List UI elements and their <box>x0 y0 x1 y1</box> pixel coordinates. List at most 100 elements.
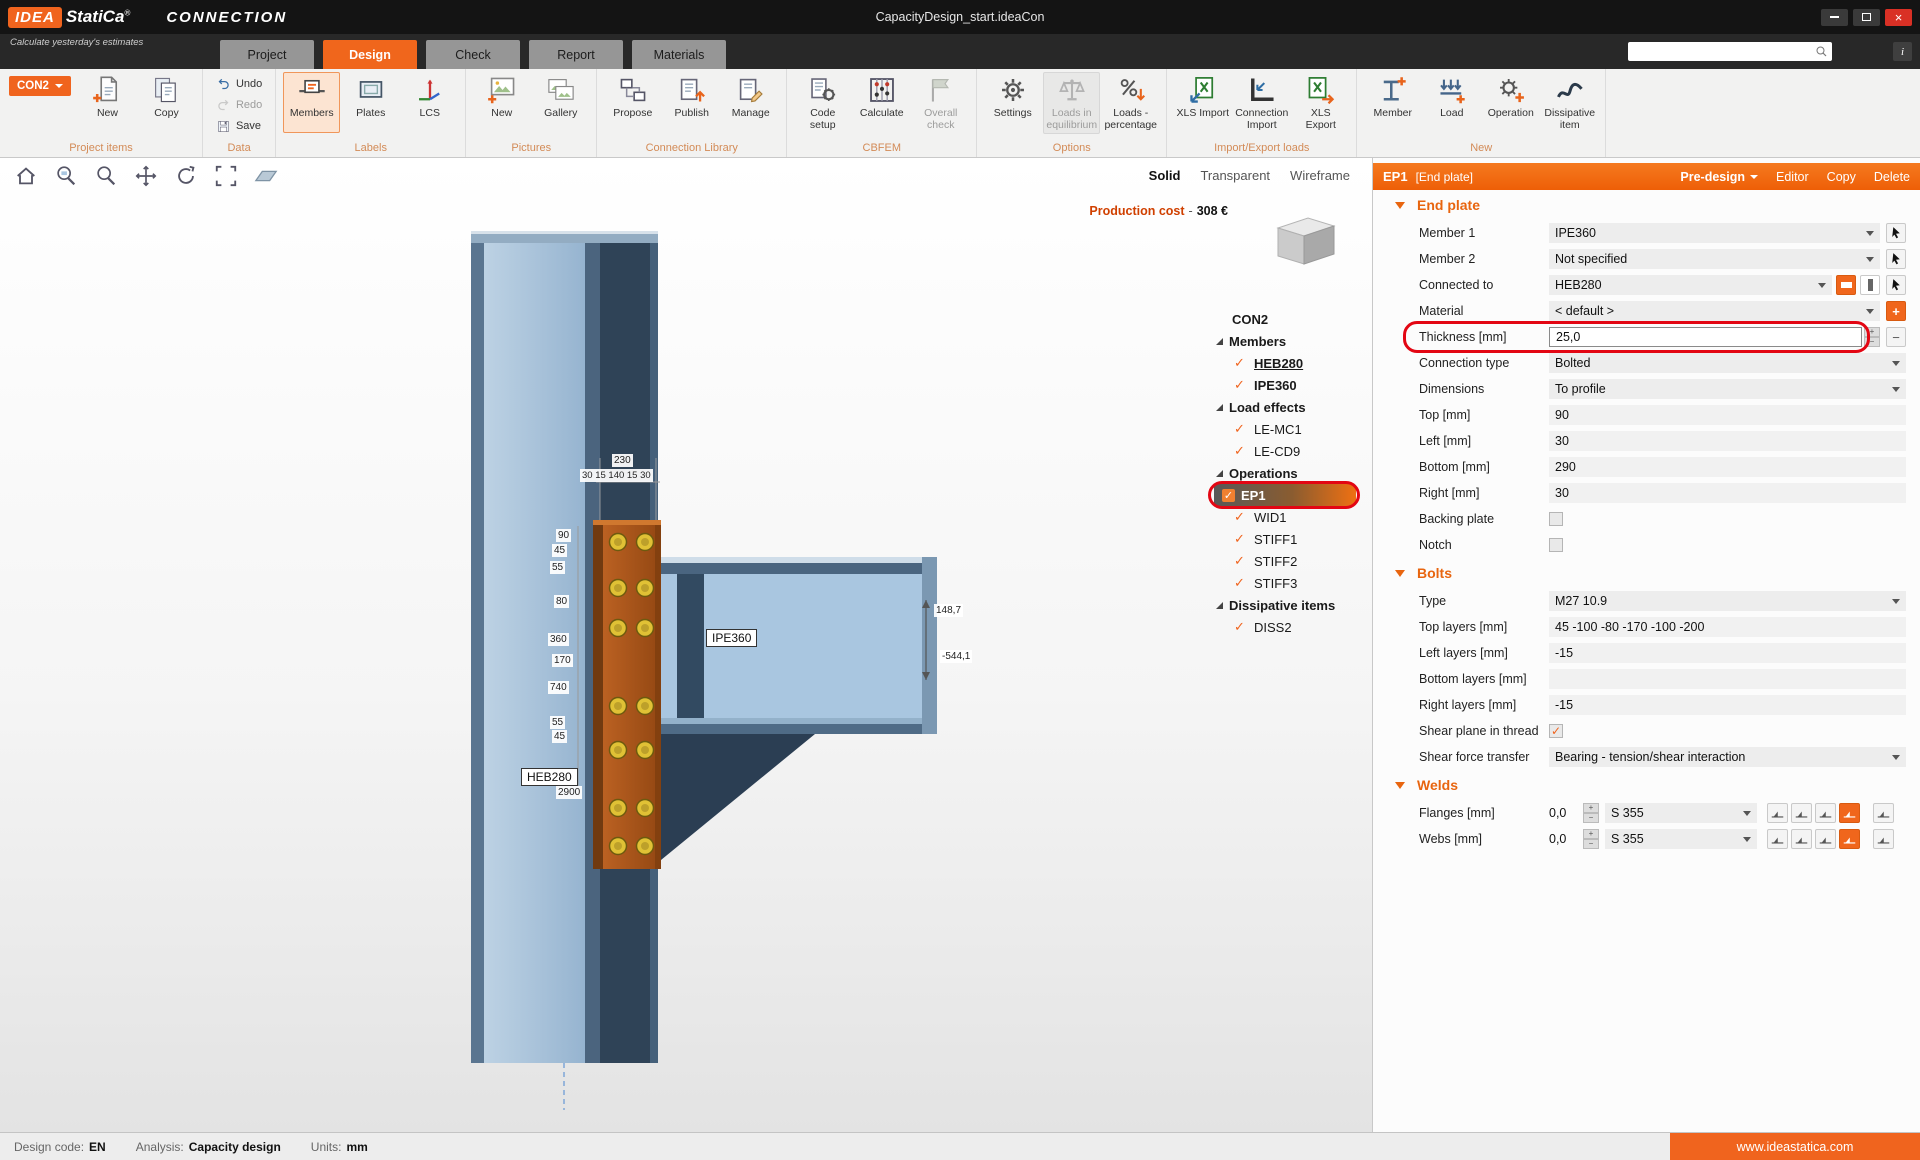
view-mode-wireframe[interactable]: Wireframe <box>1290 168 1350 183</box>
xls-export-button[interactable]: XLS Export <box>1292 72 1349 134</box>
section-welds[interactable]: Welds <box>1373 770 1920 800</box>
copy-operation-button[interactable]: Copy <box>1827 170 1856 184</box>
tree-item-le-mc1[interactable]: LE-MC1 <box>1206 418 1358 440</box>
flange-weld-stepper[interactable]: +− <box>1583 803 1599 823</box>
stepper-down-icon[interactable]: − <box>1864 337 1880 347</box>
new-dissipative-item-button[interactable]: Dissipative item <box>1541 72 1598 134</box>
left-input[interactable] <box>1549 431 1906 451</box>
tree-section-operations[interactable]: Operations <box>1206 462 1358 484</box>
propose-button[interactable]: Propose <box>604 72 661 133</box>
web-weld-material-dropdown[interactable]: S 355 <box>1605 829 1757 849</box>
home-view-button[interactable] <box>14 164 38 188</box>
redo-button[interactable]: Redo <box>210 96 268 114</box>
notch-checkbox[interactable] <box>1549 538 1563 552</box>
dimensions-dropdown[interactable]: To profile <box>1549 379 1906 399</box>
tab-report[interactable]: Report <box>529 40 623 69</box>
navigation-cube[interactable] <box>1264 210 1344 277</box>
weld-type-button[interactable] <box>1873 829 1894 849</box>
tab-check[interactable]: Check <box>426 40 520 69</box>
close-button[interactable]: × <box>1885 9 1912 26</box>
tab-project[interactable]: Project <box>220 40 314 69</box>
left-layers-input[interactable] <box>1549 643 1906 663</box>
connection-import-button[interactable]: Connection Import <box>1233 72 1290 134</box>
plate-orientation-v-button[interactable] <box>1860 275 1880 295</box>
settings-button[interactable]: Settings <box>984 72 1041 133</box>
plate-orientation-h-button[interactable] <box>1836 275 1856 295</box>
shear-force-transfer-dropdown[interactable]: Bearing - tension/shear interaction <box>1549 747 1906 767</box>
zoom-window-button[interactable] <box>54 164 78 188</box>
tab-materials[interactable]: Materials <box>632 40 726 69</box>
xls-import-button[interactable]: XLS Import <box>1174 72 1231 133</box>
minimize-button[interactable] <box>1821 9 1848 26</box>
right-input[interactable] <box>1549 483 1906 503</box>
info-button[interactable] <box>1893 42 1912 61</box>
tree-item-ep1[interactable]: EP1 <box>1214 484 1356 506</box>
rotate-button[interactable] <box>174 164 198 188</box>
loads-in-equilibrium-toggle[interactable]: Loads in equilibrium <box>1043 72 1100 134</box>
pan-button[interactable] <box>134 164 158 188</box>
section-end-plate[interactable]: End plate <box>1373 190 1920 220</box>
backing-plate-checkbox[interactable] <box>1549 512 1563 526</box>
loads-percentage-toggle[interactable]: Loads - percentage <box>1102 72 1159 134</box>
clipping-plane-button[interactable] <box>254 164 278 188</box>
website-link[interactable]: www.ideastatica.com <box>1670 1133 1920 1160</box>
picture-new-button[interactable]: New <box>473 72 530 133</box>
save-button[interactable]: Save <box>210 117 268 135</box>
top-layers-input[interactable] <box>1549 617 1906 637</box>
maximize-button[interactable] <box>1853 9 1880 26</box>
member2-pick-button[interactable] <box>1886 249 1906 269</box>
tree-item-le-cd9[interactable]: LE-CD9 <box>1206 440 1358 462</box>
tree-item-ipe360[interactable]: IPE360 <box>1206 374 1358 396</box>
project-item-selector[interactable]: CON2 <box>9 76 71 96</box>
thickness-stepper[interactable]: +− <box>1864 327 1880 347</box>
new-item-button[interactable]: New <box>79 72 136 133</box>
predesign-dropdown[interactable]: Pre-design <box>1680 170 1758 184</box>
zoom-all-button[interactable] <box>214 164 238 188</box>
new-member-button[interactable]: Member <box>1364 72 1421 133</box>
tree-root-con2[interactable]: CON2 <box>1206 308 1358 330</box>
add-material-button[interactable]: + <box>1886 301 1906 321</box>
undo-button[interactable]: Undo <box>210 75 268 93</box>
weld-type-button-active[interactable] <box>1839 803 1860 823</box>
tree-item-wid1[interactable]: WID1 <box>1206 506 1358 528</box>
view-mode-transparent[interactable]: Transparent <box>1200 168 1270 183</box>
members-labels-toggle[interactable]: Members <box>283 72 340 133</box>
top-input[interactable] <box>1549 405 1906 425</box>
tree-item-stiff3[interactable]: STIFF3 <box>1206 572 1358 594</box>
weld-type-button[interactable] <box>1873 803 1894 823</box>
weld-type-button[interactable] <box>1767 829 1788 849</box>
material-dropdown[interactable]: < default > <box>1549 301 1880 321</box>
tree-item-stiff2[interactable]: STIFF2 <box>1206 550 1358 572</box>
weld-type-button[interactable] <box>1791 829 1812 849</box>
thickness-input[interactable] <box>1549 327 1862 347</box>
manage-button[interactable]: Manage <box>722 72 779 133</box>
member1-pick-button[interactable] <box>1886 223 1906 243</box>
right-layers-input[interactable] <box>1549 695 1906 715</box>
search-box[interactable] <box>1628 42 1832 61</box>
shear-plane-checkbox[interactable] <box>1549 724 1563 738</box>
weld-type-button[interactable] <box>1791 803 1812 823</box>
tree-item-stiff1[interactable]: STIFF1 <box>1206 528 1358 550</box>
view-mode-solid[interactable]: Solid <box>1149 168 1181 183</box>
delete-operation-button[interactable]: Delete <box>1874 170 1910 184</box>
copy-item-button[interactable]: Copy <box>138 72 195 133</box>
plates-labels-toggle[interactable]: Plates <box>342 72 399 133</box>
search-input[interactable] <box>1632 45 1815 59</box>
lcs-toggle[interactable]: LCS <box>401 72 458 133</box>
bolt-type-dropdown[interactable]: M27 10.9 <box>1549 591 1906 611</box>
tree-section-dissipative-items[interactable]: Dissipative items <box>1206 594 1358 616</box>
new-operation-button[interactable]: Operation <box>1482 72 1539 133</box>
tree-item-diss2[interactable]: DISS2 <box>1206 616 1358 638</box>
tab-design[interactable]: Design <box>323 40 417 69</box>
tree-item-heb280[interactable]: HEB280 <box>1206 352 1358 374</box>
connection-type-dropdown[interactable]: Bolted <box>1549 353 1906 373</box>
weld-type-button-active[interactable] <box>1839 829 1860 849</box>
bottom-layers-input[interactable] <box>1549 669 1906 689</box>
web-weld-stepper[interactable]: +− <box>1583 829 1599 849</box>
3d-viewport[interactable]: Solid Transparent Wireframe Production c… <box>0 158 1372 1132</box>
weld-type-button[interactable] <box>1815 803 1836 823</box>
tree-section-load-effects[interactable]: Load effects <box>1206 396 1358 418</box>
publish-button[interactable]: Publish <box>663 72 720 133</box>
overall-check-button[interactable]: Overall check <box>912 72 969 134</box>
new-load-button[interactable]: Load <box>1423 72 1480 133</box>
